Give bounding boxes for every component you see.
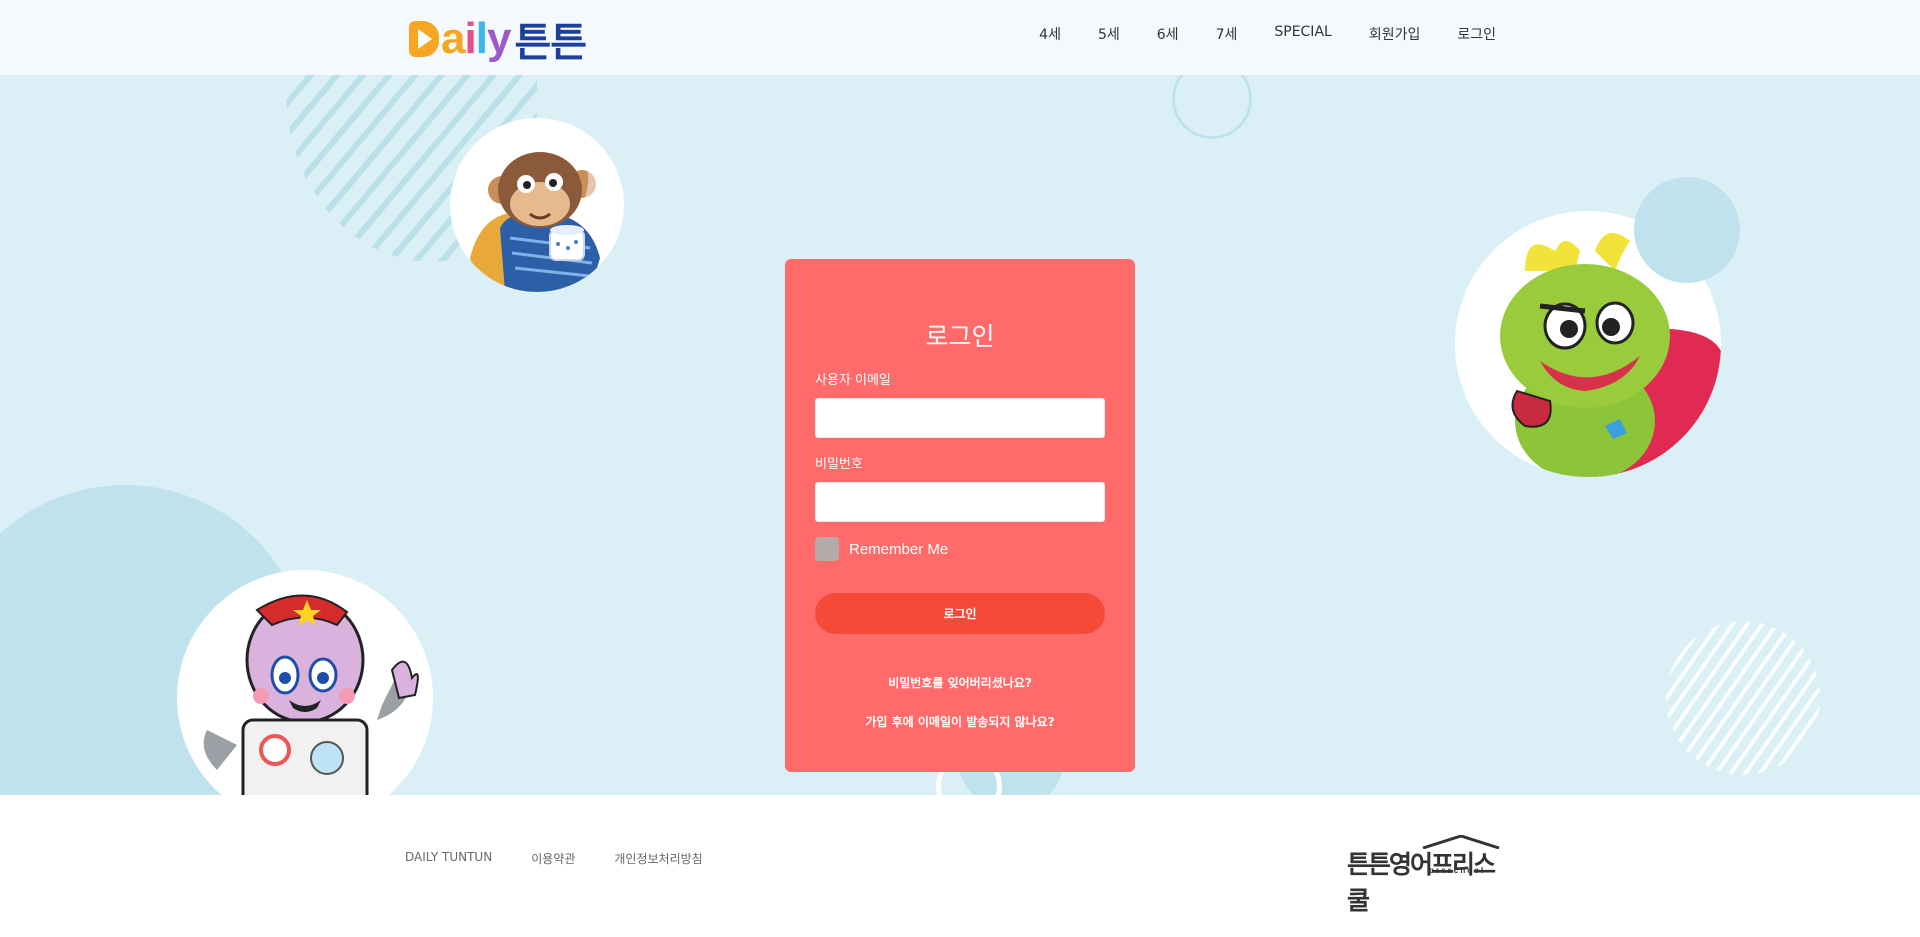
decor-ring (1172, 75, 1252, 139)
login-title: 로그인 (925, 322, 995, 351)
nav-item-login[interactable]: 로그인 (1457, 24, 1496, 44)
email-field[interactable] (815, 398, 1105, 438)
main-nav: 4세 5세 6세 7세 SPECIAL 회원가입 로그인 (1002, 24, 1496, 44)
nav-item-age-5[interactable]: 5세 (1098, 24, 1120, 44)
login-button[interactable]: 로그인 (815, 593, 1105, 634)
nav-item-age-7[interactable]: 7세 (1216, 24, 1238, 44)
footer-logo-subtext: preschool (1429, 866, 1486, 875)
password-label: 비밀번호 (815, 457, 863, 472)
logo-korean-text: 튼튼 (514, 21, 587, 65)
forgot-password-link[interactable]: 비밀번호를 잊어버리셨나요? (785, 674, 1135, 691)
logo-letter: a (441, 14, 466, 63)
nav-item-age-6[interactable]: 6세 (1157, 24, 1179, 44)
monkey-character-image (450, 118, 624, 292)
password-field[interactable] (815, 482, 1105, 522)
play-icon (409, 21, 439, 57)
login-panel: 로그인 사용자 이메일 비밀번호 Remember Me 로그인 비밀번호를 잊… (785, 259, 1135, 772)
remember-me-row: Remember Me (815, 537, 948, 561)
logo-letter: i (464, 14, 476, 63)
decor-stripes (1666, 621, 1820, 775)
email-label: 사용자 이메일 (815, 373, 891, 388)
remember-me-checkbox[interactable] (815, 537, 839, 561)
site-footer: DAILY TUNTUN 이용약관 개인정보처리방침 튼튼영어프리스쿨 pres… (0, 795, 1920, 937)
nav-item-signup[interactable]: 회원가입 (1369, 24, 1421, 44)
footer-logo-text: 튼튼영어프리스쿨 (1347, 850, 1496, 915)
logo-letter: l (475, 14, 488, 63)
remember-me-label[interactable]: Remember Me (849, 541, 948, 558)
nav-item-special[interactable]: SPECIAL (1274, 24, 1331, 44)
hero-section: 로그인 사용자 이메일 비밀번호 Remember Me 로그인 비밀번호를 잊… (0, 75, 1920, 795)
nav-item-age-4[interactable]: 4세 (1039, 24, 1061, 44)
footer-link-terms[interactable]: 이용약관 (531, 850, 575, 867)
resend-email-link[interactable]: 가입 후에 이메일이 발송되지 않나요? (785, 713, 1135, 730)
decor-circle (1634, 177, 1740, 283)
logo-letter: y (486, 14, 512, 63)
footer-links: DAILY TUNTUN 이용약관 개인정보처리방침 (405, 850, 742, 867)
site-header: a i l y 튼튼 4세 5세 6세 7세 SPECIAL 회원가입 로그인 (0, 0, 1920, 75)
footer-brand-logo: 튼튼영어프리스쿨 preschool (1347, 835, 1500, 915)
site-logo[interactable]: a i l y 튼튼 (409, 14, 587, 65)
footer-link-privacy[interactable]: 개인정보처리방침 (614, 850, 702, 867)
footer-link-daily-tuntun[interactable]: DAILY TUNTUN (405, 850, 492, 867)
